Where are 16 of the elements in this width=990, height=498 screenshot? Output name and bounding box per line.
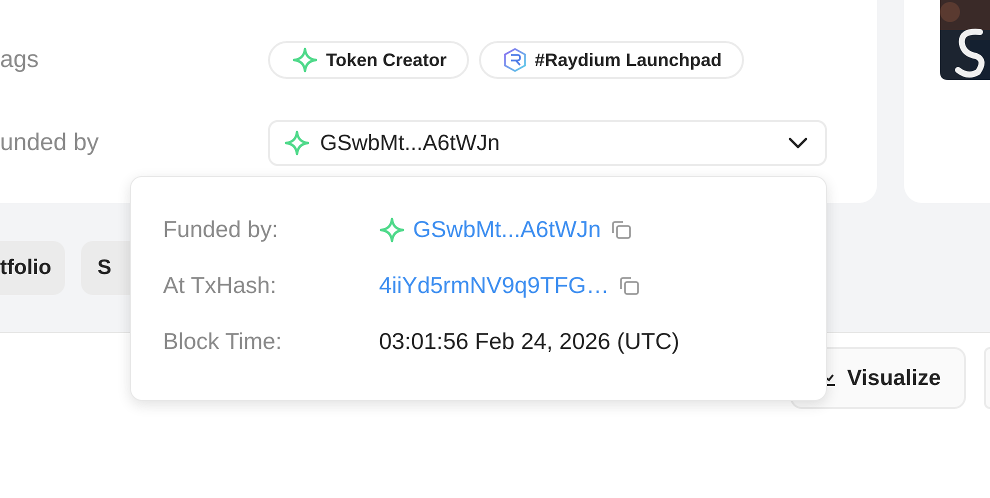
sparkle-icon — [292, 47, 318, 73]
funder-select[interactable]: GSwbMt...A6tWJn — [268, 120, 827, 166]
field-label: Funded by: — [163, 216, 280, 243]
tab[interactable]: tfolio — [0, 240, 66, 294]
block-time: 03:01:56 Feb 24, 2026 (UTC) — [379, 328, 680, 355]
copy-icon[interactable] — [617, 274, 642, 296]
sparkle-icon — [284, 130, 310, 156]
field-label: ags — [0, 46, 40, 74]
hexagon-icon — [502, 47, 527, 73]
tag-chip[interactable]: Token Creator — [268, 41, 469, 79]
field-label: unded by — [0, 129, 100, 157]
field-label: At TxHash: — [163, 272, 278, 299]
chevron-down-icon — [787, 136, 809, 150]
tag-chip[interactable]: #Raydium Launchpad — [478, 41, 744, 79]
field-label: Block Time: — [163, 328, 283, 355]
sparkle-icon — [379, 216, 405, 242]
